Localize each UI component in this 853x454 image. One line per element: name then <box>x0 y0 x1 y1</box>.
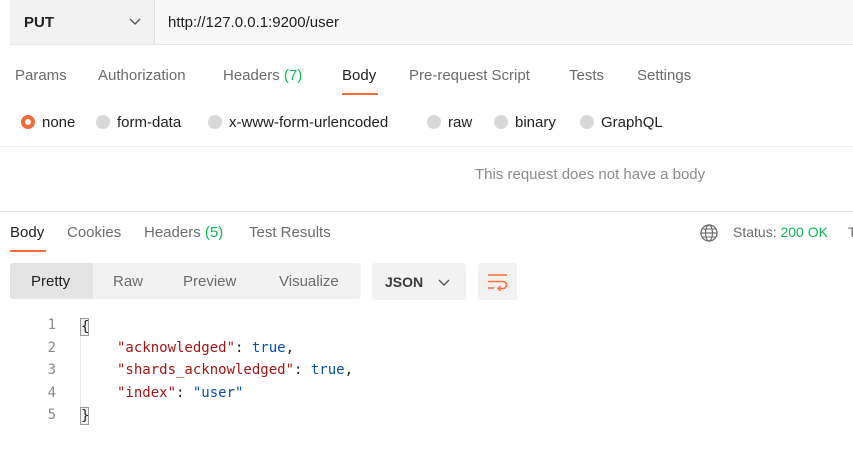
json-value: true <box>310 362 345 378</box>
json-open-brace: { <box>80 318 90 336</box>
radio-none[interactable]: none <box>21 111 75 133</box>
json-comma: , <box>285 340 295 356</box>
response-divider <box>0 211 853 212</box>
format-select-label: JSON <box>385 274 424 290</box>
json-colon: : <box>235 340 252 356</box>
json-value: "user" <box>192 385 244 401</box>
tab-headers-count: (7) <box>283 67 303 84</box>
line-number: 2 <box>47 340 56 356</box>
response-tab-test-results[interactable]: Test Results <box>249 224 331 241</box>
method-label: PUT <box>24 13 54 31</box>
view-mode-raw[interactable]: Raw <box>113 263 143 299</box>
tab-headers[interactable]: Headers (7) <box>223 67 302 84</box>
line-number: 5 <box>47 407 56 423</box>
view-mode-preview-label: Preview <box>183 272 237 290</box>
tab-authorization[interactable]: Authorization <box>98 67 186 84</box>
tab-pre-request-script[interactable]: Pre-request Script <box>409 67 530 84</box>
json-line: "acknowledged": true, <box>117 340 294 356</box>
active-tab-indicator <box>342 93 378 95</box>
tab-params-label: Params <box>15 67 67 84</box>
json-value: true <box>251 340 286 356</box>
json-close-brace: } <box>80 407 90 425</box>
response-tab-headers-count: (5) <box>204 224 224 241</box>
tab-body[interactable]: Body <box>342 67 376 84</box>
radio-none-dot <box>21 115 35 129</box>
chevron-down-icon <box>129 18 141 25</box>
tab-tests[interactable]: Tests <box>569 67 604 84</box>
json-colon: : <box>294 362 311 378</box>
tab-params[interactable]: Params <box>15 67 67 84</box>
radio-x-www-form-urlencoded-label: x-www-form-urlencoded <box>229 113 389 131</box>
tab-pre-request-script-label: Pre-request Script <box>409 67 530 84</box>
json-key: "shards_acknowledged" <box>117 362 295 378</box>
response-tab-test-results-label: Test Results <box>249 224 331 241</box>
view-mode-pretty[interactable]: Pretty <box>31 263 70 299</box>
tab-tests-label: Tests <box>569 67 605 84</box>
response-tab-body[interactable]: Body <box>10 224 44 241</box>
chevron-down-icon <box>438 279 450 286</box>
response-tab-headers-label: Headers <box>144 224 201 241</box>
response-tab-cookies-label: Cookies <box>67 224 122 241</box>
radio-graphql-label: GraphQL <box>601 113 663 131</box>
empty-body-message: This request does not have a body <box>475 166 706 183</box>
status-value: 200 OK <box>780 224 828 240</box>
method-select[interactable]: PUT <box>10 0 154 44</box>
url-input[interactable]: http://127.0.0.1:9200/user <box>155 0 853 44</box>
url-bar: PUT http://127.0.0.1:9200/user <box>10 0 853 45</box>
response-tab-body-label: Body <box>10 224 45 241</box>
view-mode-visualize[interactable]: Visualize <box>279 263 339 299</box>
radio-form-data-dot <box>96 115 110 129</box>
status-label: Status: <box>733 224 777 240</box>
radio-binary-label: binary <box>515 113 556 131</box>
json-colon: : <box>176 385 193 401</box>
radio-form-data[interactable]: form-data <box>96 111 181 133</box>
view-mode-pretty-label: Pretty <box>31 272 71 290</box>
json-line: "shards_acknowledged": true, <box>117 362 353 378</box>
divider <box>0 146 853 147</box>
radio-none-label: none <box>42 113 76 131</box>
view-mode-preview[interactable]: Preview <box>183 263 236 299</box>
tab-authorization-label: Authorization <box>98 67 186 84</box>
status-truncated-text: T <box>848 224 853 240</box>
radio-x-www-form-urlencoded[interactable]: x-www-form-urlencoded <box>208 111 388 133</box>
url-text: http://127.0.0.1:9200/user <box>168 13 339 31</box>
line-number: 1 <box>47 317 56 333</box>
radio-binary[interactable]: binary <box>494 111 556 133</box>
tab-settings-label: Settings <box>637 67 692 84</box>
view-mode-visualize-label: Visualize <box>279 272 339 290</box>
wrap-lines-icon <box>488 274 508 291</box>
json-comma: , <box>344 362 354 378</box>
tab-body-label: Body <box>342 67 377 84</box>
response-tab-cookies[interactable]: Cookies <box>67 224 121 241</box>
radio-graphql-dot <box>580 115 594 129</box>
response-active-tab-indicator <box>10 250 46 252</box>
radio-binary-dot <box>494 115 508 129</box>
json-key: "index" <box>117 385 177 401</box>
radio-raw-label: raw <box>448 113 473 131</box>
response-tab-headers[interactable]: Headers (5) <box>144 224 223 241</box>
json-key: "acknowledged" <box>117 340 236 356</box>
radio-raw-dot <box>427 115 441 129</box>
radio-x-www-form-urlencoded-dot <box>208 115 222 129</box>
json-line: "index": "user" <box>117 385 243 401</box>
response-status: Status: 200 OK <box>733 224 828 240</box>
tab-headers-label: Headers <box>223 67 280 84</box>
line-number: 3 <box>47 362 56 378</box>
view-mode-raw-label: Raw <box>113 272 144 290</box>
tab-settings[interactable]: Settings <box>637 67 691 84</box>
globe-icon[interactable] <box>699 223 719 243</box>
radio-graphql[interactable]: GraphQL <box>580 111 663 133</box>
radio-raw[interactable]: raw <box>427 111 472 133</box>
radio-form-data-label: form-data <box>117 113 182 131</box>
line-number: 4 <box>47 385 56 401</box>
